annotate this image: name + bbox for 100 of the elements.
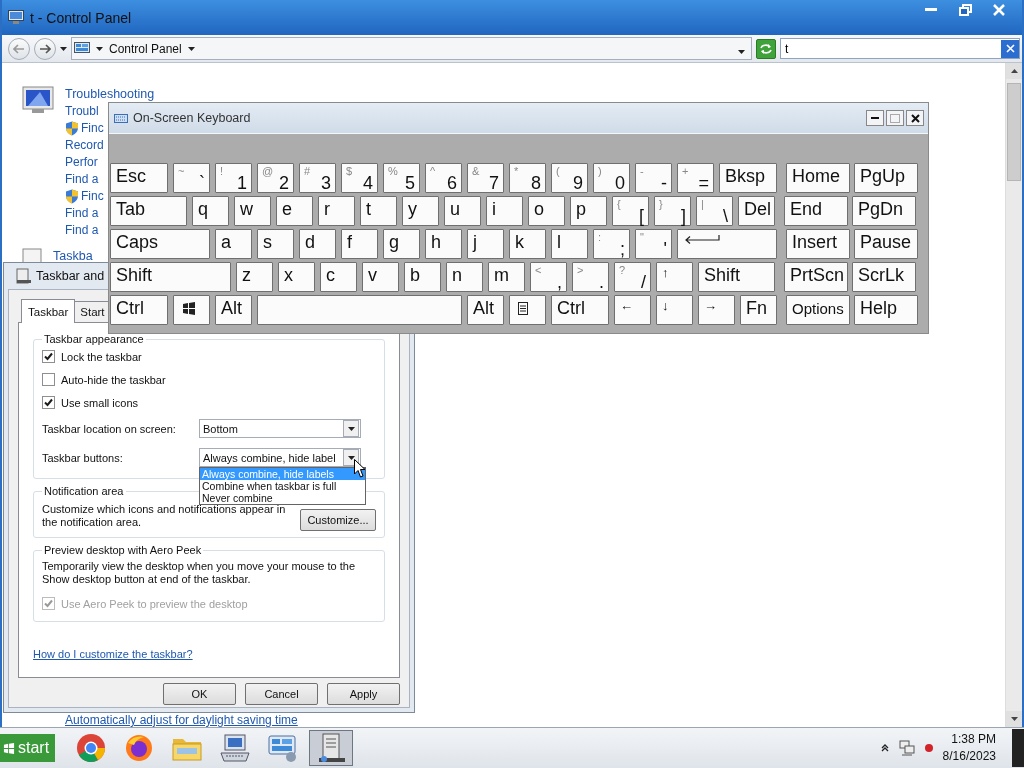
keyboard-key[interactable]: * 8 [509,163,546,193]
keyboard-key[interactable]: d [299,229,336,259]
keyboard-key[interactable]: Del [738,196,775,226]
keyboard-key[interactable]: Help [854,295,918,325]
keyboard-key[interactable]: < , [530,262,567,292]
keyboard-key[interactable]: Ctrl [110,295,168,325]
keyboard-key[interactable]: : ; [593,229,630,259]
help-link[interactable]: How do I customize the taskbar? [33,648,193,660]
error-badge-icon[interactable] [924,744,933,752]
keyboard-key[interactable]: Home [786,163,850,193]
dialog-button[interactable]: Cancel [245,683,318,705]
keyboard-key[interactable]: a [215,229,252,259]
keyboard-key[interactable]: > . [572,262,609,292]
dialog-button[interactable]: OK [163,683,236,705]
tab[interactable]: Taskbar [21,299,76,323]
dropdown[interactable]: Bottom [199,419,361,438]
keyboard-key[interactable]: Caps [110,229,210,259]
keyboard-key[interactable]: { [ [612,196,649,226]
keyboard-key[interactable]: l [551,229,588,259]
category-link[interactable]: Troubleshooting [65,86,155,103]
keyboard-key[interactable]: - - [635,163,672,193]
keyboard-key[interactable]: ^ 6 [425,163,462,193]
clear-button[interactable] [1001,39,1019,58]
keyboard-key[interactable]: ↑ [656,262,693,292]
keyboard-key[interactable]: Shift [698,262,775,292]
checkbox[interactable] [42,350,55,363]
keyboard-key[interactable]: g [383,229,420,259]
keyboard-key[interactable]: f [341,229,378,259]
task-link[interactable]: Finc [65,188,104,205]
task-link[interactable]: Find a [65,171,99,188]
keyboard-key[interactable]: Shift [110,262,231,292]
scroll-up-icon[interactable] [1010,69,1018,73]
keyboard-key[interactable]: Ctrl [551,295,609,325]
address-bar[interactable]: Control Panel [71,37,752,60]
keyboard-key[interactable]: + = [677,163,714,193]
keyboard-key[interactable]: c [320,262,357,292]
task-link[interactable]: Find a [65,222,99,239]
network-icon[interactable] [898,740,915,756]
scroll-thumb[interactable] [1007,83,1021,181]
task-link[interactable]: Automatically adjust for daylight saving time [65,714,298,727]
keyboard-key[interactable]: → [698,295,735,325]
checkbox[interactable] [42,396,55,409]
task-link[interactable]: Finc [65,120,104,137]
keyboard-key[interactable]: Alt [467,295,504,325]
chevron-up-icon[interactable] [880,744,889,752]
search-field[interactable]: t [780,38,1020,59]
keyboard-key[interactable]: z [236,262,273,292]
keyboard-key[interactable]: ) 0 [593,163,630,193]
keyboard-key[interactable]: ? / [614,262,651,292]
keyboard-key[interactable]: } ] [654,196,691,226]
customize-button[interactable]: Customize... [300,509,376,531]
keyboard-key[interactable]: y [402,196,439,226]
keyboard-key[interactable]: p [570,196,607,226]
task-link[interactable]: Record [65,137,104,154]
keyboard-key[interactable]: Tab [110,196,187,226]
keyboard-key[interactable]: Options [786,295,850,325]
keyboard-key[interactable]: k [509,229,546,259]
keyboard-key[interactable]: # 3 [299,163,336,193]
keyboard-key[interactable]: u [444,196,481,226]
dialog-button[interactable]: Apply [327,683,400,705]
keyboard-key[interactable]: ! 1 [215,163,252,193]
keyboard-key[interactable]: s [257,229,294,259]
refresh-button[interactable] [756,38,776,59]
minimize-button[interactable] [866,110,884,126]
keyboard-key[interactable]: ↓ [656,295,693,325]
dropdown-option[interactable]: Never combine [200,492,365,504]
forward-button[interactable] [34,37,56,60]
keyboard-key[interactable]: i [486,196,523,226]
keyboard-key[interactable]: PgUp [854,163,918,193]
keyboard-key[interactable]: " ' [635,229,672,259]
keyboard-key[interactable]: r [318,196,355,226]
keyboard-key[interactable]: b [404,262,441,292]
keyboard-key[interactable]: | \ [696,196,733,226]
keyboard-key[interactable]: ← [614,295,651,325]
scrollbar[interactable] [1005,63,1022,727]
keyboard-key[interactable]: h [425,229,462,259]
keyboard-key[interactable]: m [488,262,525,292]
keyboard-key[interactable]: x [278,262,315,292]
keyboard-key[interactable]: j [467,229,504,259]
close-button[interactable] [906,110,924,126]
task-link[interactable]: Find a [65,205,99,222]
keyboard-key[interactable]: w [234,196,271,226]
keyboard-key[interactable]: ~ ` [173,163,210,193]
scroll-down-icon[interactable] [1010,717,1018,721]
keyboard-key[interactable] [173,295,210,325]
keyboard-key[interactable]: ScrLk [852,262,916,292]
keyboard-key[interactable]: Alt [215,295,252,325]
keyboard-key[interactable]: & 7 [467,163,504,193]
keyboard-key[interactable]: PgDn [852,196,916,226]
keyboard-key[interactable]: e [276,196,313,226]
keyboard-key[interactable]: Bksp [719,163,777,193]
start-button[interactable]: start [0,734,56,762]
keyboard-key[interactable]: $ 4 [341,163,378,193]
keyboard-key[interactable]: Pause [854,229,918,259]
category-link[interactable]: Taskba [53,248,93,265]
checkbox[interactable] [42,373,55,386]
task-link[interactable]: Perfor [65,154,98,171]
taskbar-app-button[interactable] [309,730,354,766]
keyboard-key[interactable] [509,295,546,325]
keyboard-key[interactable]: q [192,196,229,226]
